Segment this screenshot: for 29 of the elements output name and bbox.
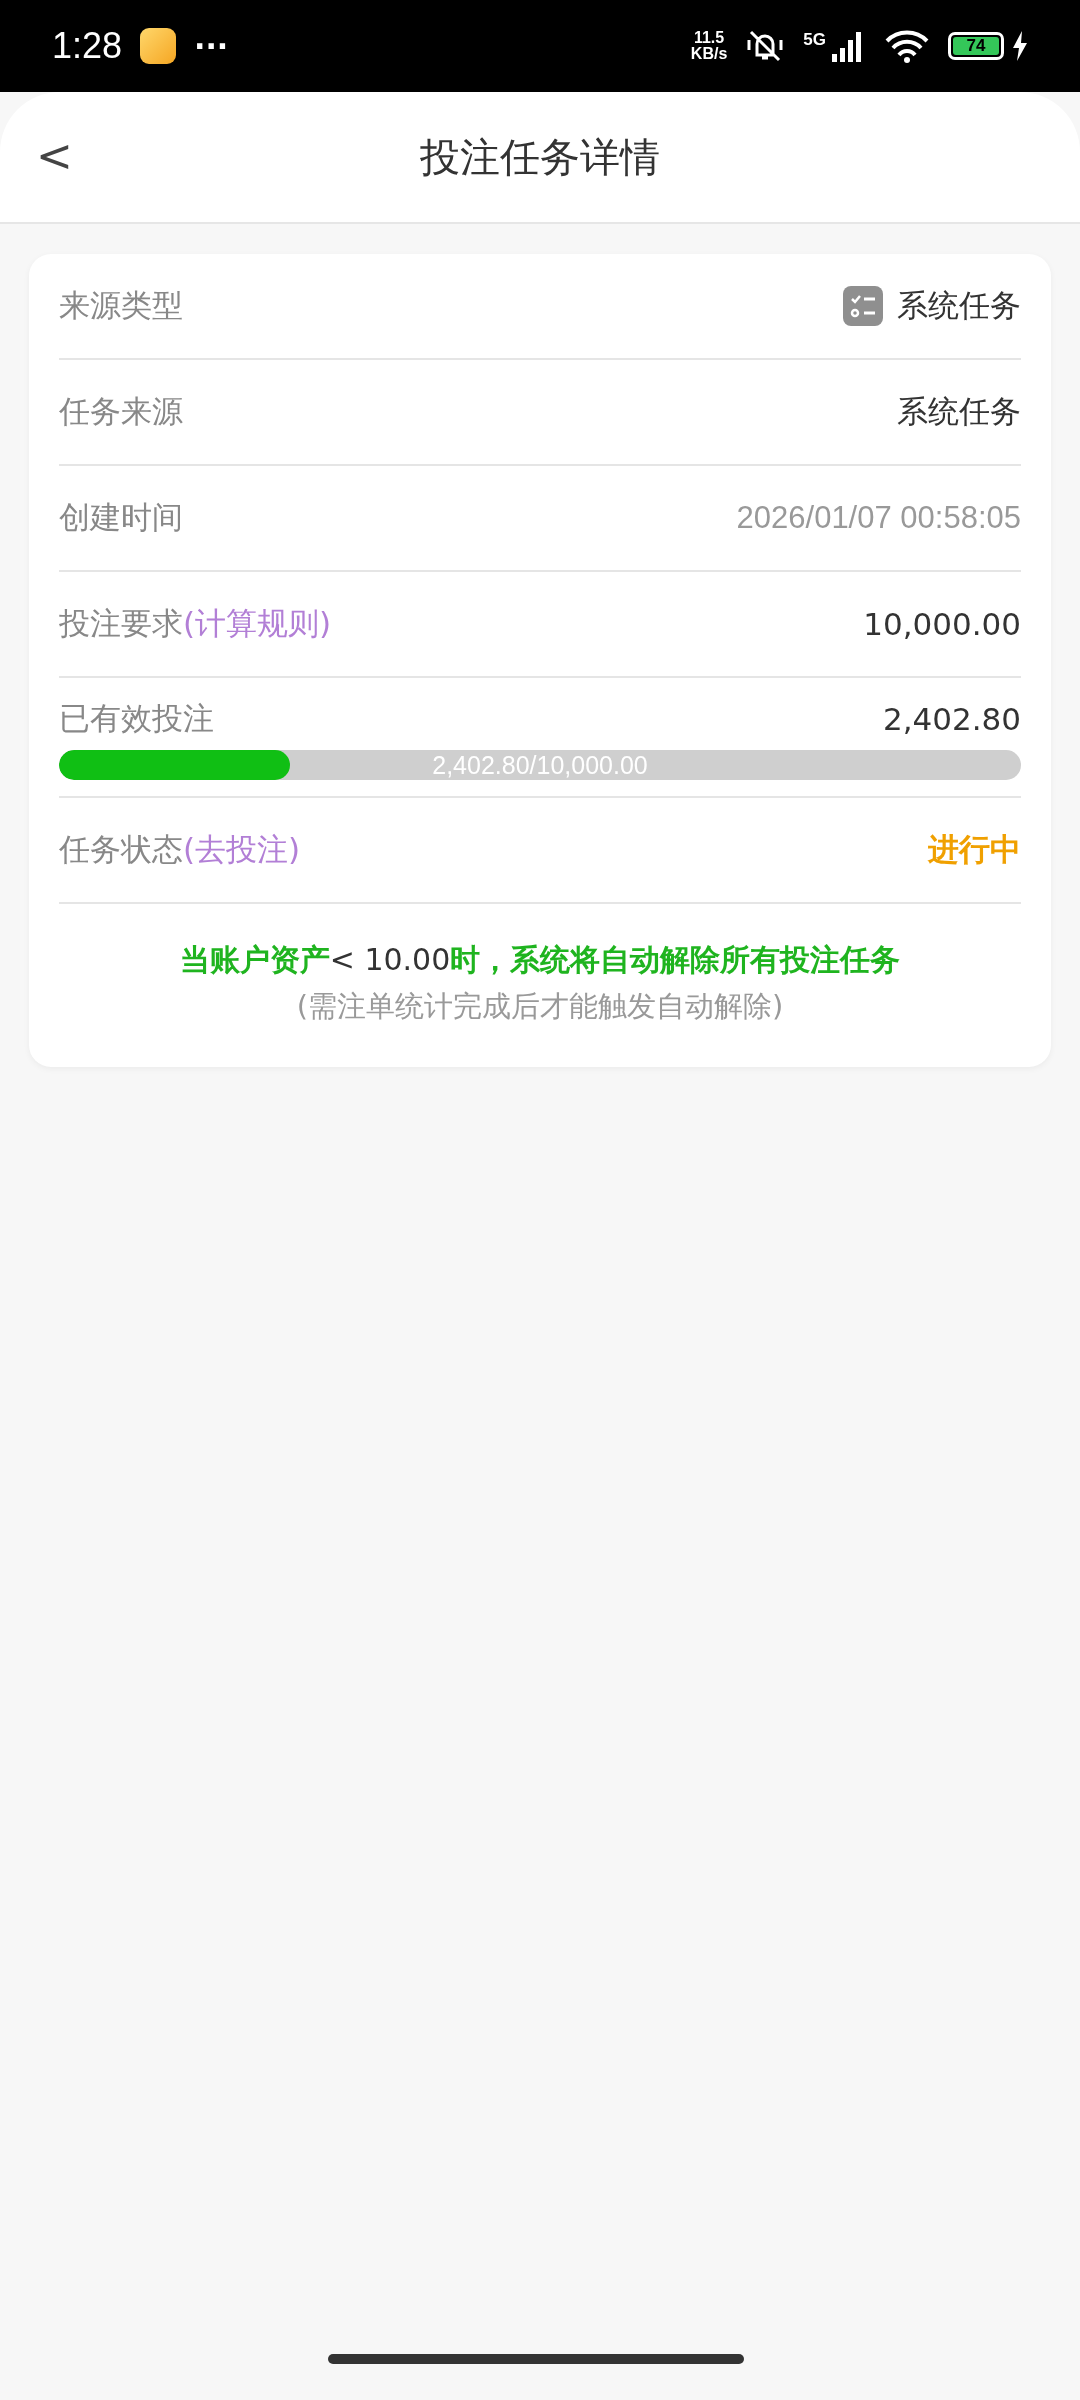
battery-level: 74 <box>966 36 986 56</box>
row-value: 系统任务 <box>897 392 1021 431</box>
row-label: 任务来源 <box>59 392 183 431</box>
app-notification-icon <box>140 28 177 64</box>
checklist-icon <box>843 286 883 326</box>
row-label: 创建时间 <box>59 498 183 537</box>
charging-icon <box>1012 31 1028 61</box>
row-value: 10,000.00 <box>863 606 1021 642</box>
status-time: 1:28 <box>52 25 123 67</box>
note-text: (需注单统计完成后才能触发自动解除) <box>296 988 784 1025</box>
row-value: 2026/01/07 00:58:05 <box>736 500 1021 536</box>
mute-bell-icon <box>745 28 786 64</box>
row-label: 来源类型 <box>59 286 183 325</box>
row-link[interactable]: (去投注) <box>183 831 301 867</box>
row-label: 任务状态(去投注) <box>59 830 301 869</box>
network-type: 5G <box>803 30 826 50</box>
row-label: 已有效投注 <box>59 699 214 738</box>
row-label: 投注要求(计算规则) <box>59 604 332 643</box>
row-link[interactable]: (计算规则) <box>183 605 332 641</box>
back-button[interactable]: < <box>28 130 81 182</box>
status-value: 进行中 <box>928 830 1021 869</box>
network-speed: 11.5 <box>693 30 725 46</box>
wifi-icon <box>884 29 930 63</box>
row-value: 系统任务 <box>897 286 1021 325</box>
row-value: 2,402.80 <box>882 701 1021 737</box>
more-notifications: ··· <box>194 28 229 64</box>
speed-unit: KB/s <box>690 46 728 62</box>
warning-text: 当账户资产< 10.00时，系统将自动解除所有投注任务 <box>179 941 901 979</box>
page-title: 投注任务详情 <box>420 132 660 182</box>
